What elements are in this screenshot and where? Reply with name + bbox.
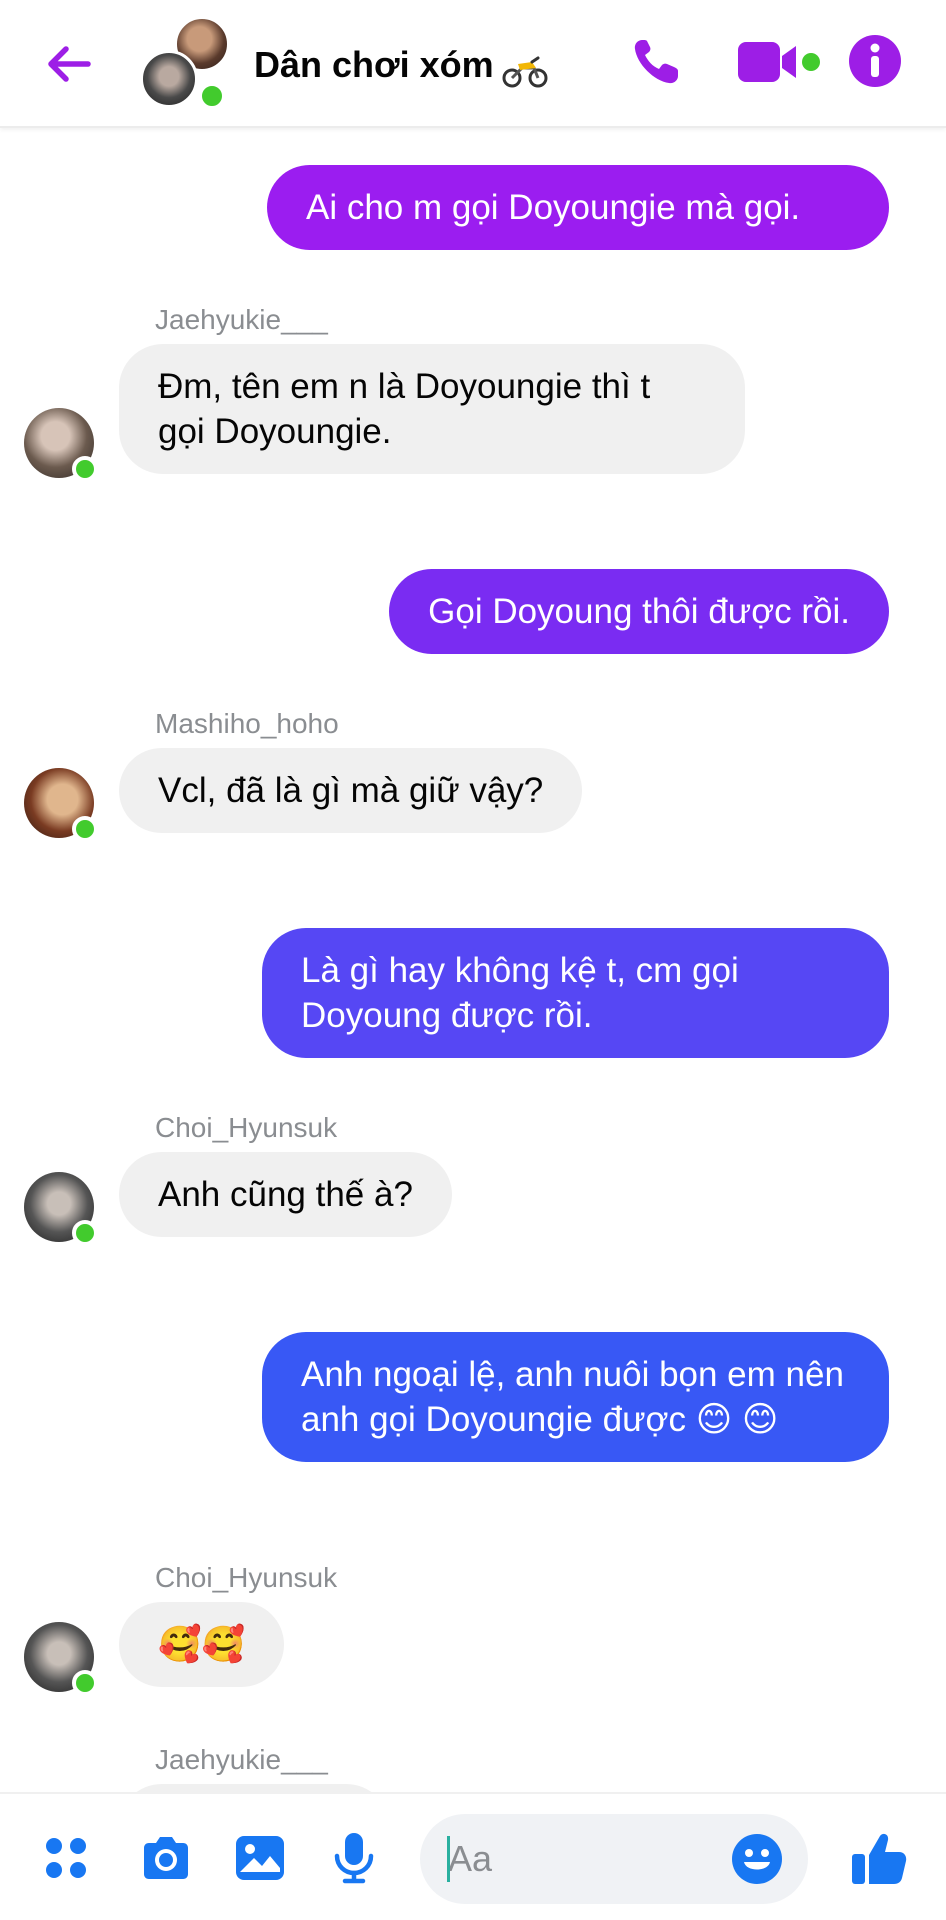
online-status-dot bbox=[72, 1670, 98, 1696]
message-text: Vcl, đã là gì mà giữ vậy? bbox=[158, 771, 544, 810]
outgoing-message[interactable]: Anh ngoại lệ, anh nuôi bọn em nên anh gọ… bbox=[262, 1332, 889, 1462]
online-status-dot bbox=[198, 82, 226, 110]
group-avatar[interactable] bbox=[140, 16, 240, 112]
info-icon[interactable] bbox=[848, 34, 902, 88]
message-text: Anh cũng thế à? bbox=[158, 1175, 413, 1214]
microphone-icon[interactable] bbox=[326, 1830, 382, 1886]
outgoing-message[interactable]: Ai cho m gọi Doyoungie mà gọi. bbox=[267, 165, 889, 250]
incoming-message[interactable] bbox=[119, 1784, 389, 1792]
video-camera-icon[interactable] bbox=[736, 38, 822, 88]
sender-name: Mashiho_hoho bbox=[155, 708, 339, 739]
sender-name: Choi_Hyunsuk bbox=[155, 1562, 338, 1593]
incoming-message[interactable]: Vcl, đã là gì mà giữ vậy? bbox=[119, 748, 583, 833]
motorcycle-icon bbox=[502, 56, 548, 88]
back-arrow-icon[interactable] bbox=[40, 34, 100, 94]
phone-icon[interactable] bbox=[628, 34, 684, 90]
sender-avatar[interactable] bbox=[24, 1622, 98, 1696]
menu-dots-icon[interactable] bbox=[38, 1830, 94, 1886]
sender-avatar[interactable] bbox=[24, 768, 98, 842]
online-status-dot bbox=[72, 816, 98, 842]
text-cursor bbox=[447, 1836, 450, 1882]
message-composer bbox=[0, 1792, 946, 1920]
sender-avatar[interactable] bbox=[24, 1172, 98, 1246]
sender-name: Choi_Hyunsuk bbox=[155, 1112, 338, 1143]
incoming-message[interactable]: Anh cũng thế à? bbox=[119, 1152, 452, 1237]
message-text: Ai cho m gọi Doyoungie mà gọi. bbox=[306, 188, 801, 227]
chat-title[interactable]: Dân chơi xóm bbox=[254, 44, 494, 86]
member-avatar bbox=[140, 50, 198, 108]
message-list[interactable]: Ai cho m gọi Doyoungie mà gọi. Jaehyukie… bbox=[0, 128, 946, 1792]
emoji-icon[interactable] bbox=[730, 1832, 784, 1886]
online-status-dot bbox=[72, 1220, 98, 1246]
message-text: Gọi Doyoung thôi được rồi. bbox=[428, 592, 850, 631]
message-text: Đm, tên em n là Doyoungie thì t gọi Doyo… bbox=[158, 367, 651, 451]
incoming-message[interactable]: 🥰🥰 bbox=[119, 1602, 285, 1687]
sender-name: Jaehyukie___ bbox=[155, 1744, 328, 1775]
chat-header: Dân chơi xóm bbox=[0, 0, 946, 128]
outgoing-message[interactable]: Gọi Doyoung thôi được rồi. bbox=[389, 569, 889, 654]
message-text: 🥰🥰 bbox=[158, 1625, 246, 1664]
camera-icon[interactable] bbox=[138, 1830, 194, 1886]
outgoing-message[interactable]: Là gì hay không kệ t, cm gọi Doyoung đượ… bbox=[262, 928, 889, 1058]
message-text: Anh ngoại lệ, anh nuôi bọn em nên anh gọ… bbox=[301, 1355, 844, 1439]
sender-name: Jaehyukie___ bbox=[155, 304, 328, 335]
message-text: Là gì hay không kệ t, cm gọi Doyoung đượ… bbox=[301, 951, 739, 1035]
sender-avatar[interactable] bbox=[24, 408, 98, 482]
image-icon[interactable] bbox=[232, 1830, 288, 1886]
thumbs-up-icon[interactable] bbox=[848, 1828, 908, 1888]
incoming-message[interactable]: Đm, tên em n là Doyoungie thì t gọi Doyo… bbox=[119, 344, 745, 474]
online-status-dot bbox=[72, 456, 98, 482]
